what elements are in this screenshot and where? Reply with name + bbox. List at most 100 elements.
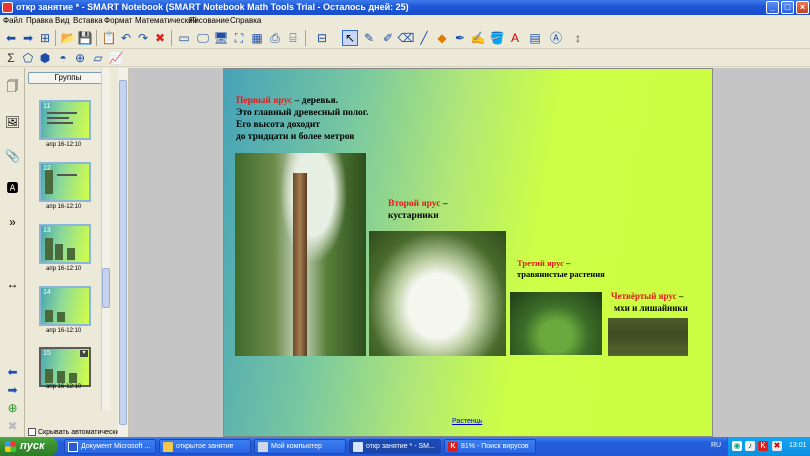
math-toolbar: Σ ⬠ ⬢ ◓ ⊕ ▱ 📈 <box>0 49 810 67</box>
page-thumbnail[interactable]: 13 <box>39 224 91 264</box>
back-arrow-icon[interactable]: ⬅ <box>3 30 19 46</box>
scroll-thumb[interactable] <box>119 80 127 425</box>
menu-help[interactable]: Справка <box>230 16 261 25</box>
menu-format[interactable]: Формат <box>104 16 132 25</box>
paste-icon[interactable]: 📋 <box>101 30 117 46</box>
tier1-text[interactable]: Первый ярус – деревья. Это главный древе… <box>236 95 368 143</box>
sigma-icon[interactable]: Σ <box>3 50 19 66</box>
task-smart-notebook[interactable]: откр занятие * - SM... <box>349 439 441 454</box>
start-button[interactable]: пуск <box>0 437 58 456</box>
font-icon[interactable]: Ⓐ <box>548 30 564 46</box>
redo-icon[interactable]: ↷ <box>135 30 151 46</box>
tier3-text[interactable]: Третий ярус – травянистые растения <box>517 258 605 280</box>
collapse-panel-icon[interactable]: » <box>4 214 21 231</box>
full-screen-icon[interactable]: 🖵 <box>195 30 211 46</box>
panel-forward-icon[interactable]: ➡ <box>4 382 21 399</box>
sorter-scrollbar[interactable] <box>101 68 110 410</box>
text-icon[interactable]: A <box>507 30 523 46</box>
fern-photo[interactable] <box>510 292 602 355</box>
thumb-menu-icon[interactable]: ▾ <box>80 350 88 357</box>
moss-photo[interactable] <box>608 318 688 356</box>
panel-delete-icon[interactable]: ✖ <box>4 418 21 435</box>
tier3-line: травянистые растения <box>517 269 605 279</box>
checkbox-box[interactable] <box>28 428 36 436</box>
thumb-number: 14 <box>43 289 51 296</box>
attachments-icon[interactable]: 📎 <box>4 148 21 165</box>
gallery-icon[interactable]: 🖼 <box>4 114 21 131</box>
task-antivirus-scan[interactable]: K 81% - Поиск вирусов <box>444 439 536 454</box>
tier1-line: Это главный древесный полог. <box>236 108 369 118</box>
select-arrow-icon[interactable]: ↖ <box>342 30 358 46</box>
page-sorter-icon[interactable]: 🗍 <box>4 78 21 95</box>
magic-pen-icon[interactable]: ✒ <box>452 30 468 46</box>
page-thumbnail[interactable]: 11 <box>39 100 91 140</box>
workspace-scrollbar[interactable] <box>118 68 129 437</box>
network-icon[interactable]: ◉ <box>732 441 742 451</box>
document-camera-icon[interactable]: ⌸ <box>285 30 301 46</box>
shape-recognition-icon[interactable]: ✍ <box>470 30 486 46</box>
menu-drawing[interactable]: Рисование <box>189 16 229 25</box>
menu-bar: Файл Правка Вид Вставка Формат Математич… <box>0 15 810 27</box>
clock[interactable]: 13:01 <box>789 442 807 449</box>
menu-edit[interactable]: Правка <box>26 16 53 25</box>
tier2-text[interactable]: Второй ярус – кустарники <box>388 198 448 222</box>
maximize-button[interactable]: □ <box>781 1 794 14</box>
shapes-icon[interactable]: ◆ <box>434 30 450 46</box>
cube-icon[interactable]: ⬢ <box>37 50 53 66</box>
add-page-icon[interactable]: ⊞ <box>37 30 53 46</box>
table-icon[interactable]: ⊟ <box>314 30 330 46</box>
tier1-line: до тридцати и более метров <box>236 132 355 142</box>
camera-icon[interactable]: ⎙ <box>267 30 283 46</box>
resize-panel-icon[interactable]: ↔ <box>4 276 21 293</box>
groups-button[interactable]: Группы <box>28 72 108 84</box>
save-icon[interactable]: 💾 <box>77 30 93 46</box>
title-bar: откр занятие * - SMART Notebook (SMART N… <box>0 0 810 15</box>
creative-pen-icon[interactable]: ✐ <box>380 30 396 46</box>
scroll-thumb[interactable] <box>102 268 110 308</box>
tray-antivirus-icon[interactable]: K <box>758 441 768 451</box>
eraser-icon[interactable]: ⌫ <box>398 30 415 46</box>
menu-view[interactable]: Вид <box>55 16 69 25</box>
open-folder-icon[interactable]: 📂 <box>60 30 76 46</box>
properties-tab-icon[interactable]: 🅰 <box>4 180 21 197</box>
page-thumbnail[interactable]: 14 <box>39 286 91 326</box>
screen-shade-icon[interactable]: ▭ <box>176 30 192 46</box>
fill-icon[interactable]: 🪣 <box>489 30 505 46</box>
minimize-button[interactable]: _ <box>766 1 779 14</box>
autohide-checkbox[interactable]: Скрывать автоматически <box>28 428 119 436</box>
menu-file[interactable]: Файл <box>3 16 23 25</box>
screen-capture-icon[interactable]: ⛶ <box>231 30 247 46</box>
shrub-photo[interactable] <box>369 231 506 356</box>
graph-icon[interactable]: 📈 <box>108 50 124 66</box>
insert-table-icon[interactable]: ▦ <box>249 30 265 46</box>
panel-add-page-icon[interactable]: ⊕ <box>4 400 21 417</box>
line-icon[interactable]: ╱ <box>416 30 432 46</box>
protractor-icon[interactable]: ◓ <box>55 50 71 66</box>
undo-icon[interactable]: ↶ <box>118 30 134 46</box>
properties-icon[interactable]: ▤ <box>527 30 543 46</box>
security-alert-icon[interactable]: ✖ <box>772 441 782 451</box>
delete-icon[interactable]: ✖ <box>152 30 168 46</box>
forward-arrow-icon[interactable]: ➡ <box>20 30 36 46</box>
shapes-tool-icon[interactable]: ⬠ <box>20 50 36 66</box>
plants-link[interactable]: Растенць <box>452 418 482 425</box>
menu-math[interactable]: Математический <box>135 16 197 25</box>
language-indicator[interactable]: RU <box>711 442 721 449</box>
compass-icon[interactable]: ⊕ <box>72 50 88 66</box>
tier4-text[interactable]: Четвёртый ярус – мхи и лишайники <box>611 290 688 314</box>
task-folder-open-lesson[interactable]: открытое занятие <box>159 439 251 454</box>
tree-photo[interactable] <box>235 153 366 356</box>
panel-back-icon[interactable]: ⬅ <box>4 364 21 381</box>
close-button[interactable]: × <box>796 1 809 14</box>
task-my-computer[interactable]: Мой компьютер <box>254 439 346 454</box>
volume-icon[interactable]: ♪ <box>745 441 755 451</box>
ruler-icon[interactable]: ▱ <box>90 50 106 66</box>
page-thumbnail[interactable]: 12 <box>39 162 91 202</box>
dual-display-icon[interactable]: 🖥 <box>213 30 229 46</box>
pen-icon[interactable]: ✎ <box>361 30 377 46</box>
toolbar-move-icon[interactable]: ↕ <box>570 30 586 46</box>
menu-insert[interactable]: Вставка <box>73 16 103 25</box>
page-thumbnail-selected[interactable]: 15 ▾ <box>39 347 91 387</box>
task-word-document[interactable]: Документ Microsoft ... <box>64 439 156 454</box>
app-icon <box>2 2 13 13</box>
